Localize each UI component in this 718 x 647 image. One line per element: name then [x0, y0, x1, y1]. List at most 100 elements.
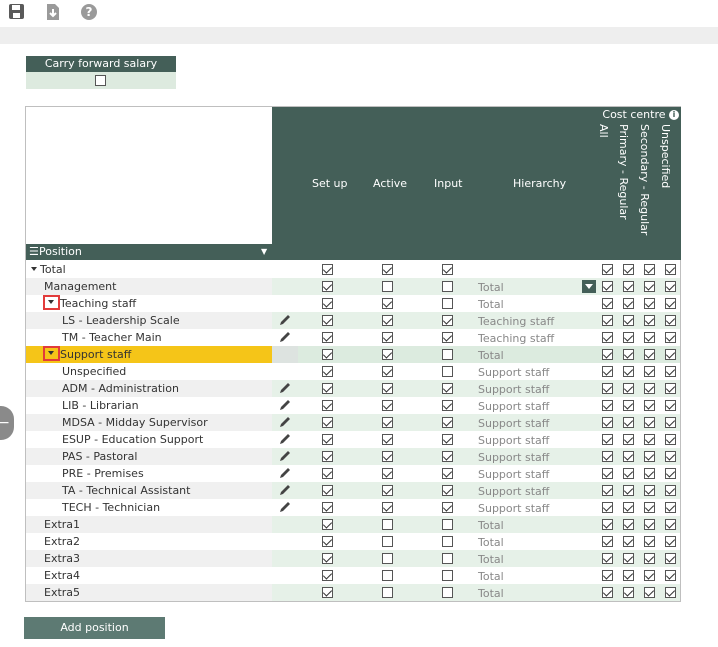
- input-checkbox[interactable]: [442, 553, 453, 564]
- table-row[interactable]: Extra4 Total: [26, 567, 680, 584]
- setup-checkbox[interactable]: [322, 264, 333, 275]
- setup-checkbox[interactable]: [322, 281, 333, 292]
- setup-checkbox[interactable]: [322, 485, 333, 496]
- input-checkbox[interactable]: [442, 587, 453, 598]
- active-checkbox[interactable]: [382, 536, 393, 547]
- active-checkbox[interactable]: [382, 281, 393, 292]
- cost-centre-checkbox[interactable]: [665, 332, 676, 343]
- cost-centre-checkbox[interactable]: [665, 468, 676, 479]
- cost-centre-checkbox[interactable]: [602, 570, 613, 581]
- cost-centre-checkbox[interactable]: [665, 383, 676, 394]
- cost-centre-checkbox[interactable]: [644, 553, 655, 564]
- cost-centre-checkbox[interactable]: [644, 349, 655, 360]
- cost-centre-checkbox[interactable]: [644, 298, 655, 309]
- input-checkbox[interactable]: [442, 264, 453, 275]
- cost-centre-checkbox[interactable]: [623, 587, 634, 598]
- edit-icon[interactable]: [278, 313, 292, 327]
- cost-centre-checkbox[interactable]: [644, 587, 655, 598]
- cost-centre-checkbox[interactable]: [665, 587, 676, 598]
- cost-centre-checkbox[interactable]: [623, 366, 634, 377]
- cost-centre-checkbox[interactable]: [644, 519, 655, 530]
- cost-centre-checkbox[interactable]: [602, 298, 613, 309]
- cc-col-unspecified[interactable]: Unspecified: [659, 124, 672, 188]
- cost-centre-checkbox[interactable]: [623, 264, 634, 275]
- setup-checkbox[interactable]: [322, 519, 333, 530]
- cost-centre-checkbox[interactable]: [602, 536, 613, 547]
- active-checkbox[interactable]: [382, 332, 393, 343]
- active-checkbox[interactable]: [382, 349, 393, 360]
- cost-centre-checkbox[interactable]: [623, 485, 634, 496]
- table-row[interactable]: Extra5 Total: [26, 584, 680, 601]
- setup-checkbox[interactable]: [322, 536, 333, 547]
- cost-centre-checkbox[interactable]: [623, 536, 634, 547]
- cost-centre-checkbox[interactable]: [602, 451, 613, 462]
- table-row[interactable]: Extra2 Total: [26, 533, 680, 550]
- cost-centre-checkbox[interactable]: [602, 383, 613, 394]
- cost-centre-checkbox[interactable]: [665, 485, 676, 496]
- cost-centre-checkbox[interactable]: [602, 417, 613, 428]
- cost-centre-checkbox[interactable]: [602, 485, 613, 496]
- table-row[interactable]: MDSA - Midday Supervisor Support staff: [26, 414, 680, 431]
- input-checkbox[interactable]: [442, 485, 453, 496]
- cost-centre-checkbox[interactable]: [623, 332, 634, 343]
- cost-centre-checkbox[interactable]: [602, 315, 613, 326]
- collapse-panel-handle[interactable]: −: [0, 406, 14, 440]
- cost-centre-checkbox[interactable]: [602, 502, 613, 513]
- table-row[interactable]: Unspecified Support staff: [26, 363, 680, 380]
- cost-centre-checkbox[interactable]: [602, 281, 613, 292]
- menu-icon[interactable]: ☰: [29, 244, 39, 260]
- cost-centre-checkbox[interactable]: [644, 485, 655, 496]
- edit-icon[interactable]: [278, 466, 292, 480]
- setup-checkbox[interactable]: [322, 468, 333, 479]
- cost-centre-checkbox[interactable]: [665, 315, 676, 326]
- cost-centre-checkbox[interactable]: [623, 349, 634, 360]
- cost-centre-checkbox[interactable]: [665, 502, 676, 513]
- cost-centre-checkbox[interactable]: [644, 536, 655, 547]
- table-row[interactable]: Extra1 Total: [26, 516, 680, 533]
- active-checkbox[interactable]: [382, 315, 393, 326]
- hierarchy-value[interactable]: Total: [478, 278, 504, 295]
- edit-icon[interactable]: [278, 415, 292, 429]
- table-row[interactable]: TECH - Technician Support staff: [26, 499, 680, 516]
- expand-toggle[interactable]: [43, 295, 60, 310]
- help-icon[interactable]: ?: [80, 3, 98, 21]
- edit-icon[interactable]: [278, 398, 292, 412]
- cost-centre-checkbox[interactable]: [665, 519, 676, 530]
- cc-col-all[interactable]: All: [597, 124, 610, 138]
- active-checkbox[interactable]: [382, 417, 393, 428]
- setup-checkbox[interactable]: [322, 417, 333, 428]
- table-row[interactable]: Management Total: [26, 278, 680, 295]
- col-setup[interactable]: Set up: [312, 177, 348, 190]
- hierarchy-value[interactable]: Teaching staff: [478, 312, 554, 329]
- setup-checkbox[interactable]: [322, 366, 333, 377]
- hierarchy-value[interactable]: Total: [478, 567, 504, 584]
- input-checkbox[interactable]: [442, 298, 453, 309]
- cost-centre-checkbox[interactable]: [665, 434, 676, 445]
- cost-centre-checkbox[interactable]: [602, 519, 613, 530]
- setup-checkbox[interactable]: [322, 553, 333, 564]
- cost-centre-checkbox[interactable]: [644, 281, 655, 292]
- col-hierarchy[interactable]: Hierarchy: [513, 177, 566, 190]
- setup-checkbox[interactable]: [322, 587, 333, 598]
- setup-checkbox[interactable]: [322, 383, 333, 394]
- cost-centre-checkbox[interactable]: [644, 434, 655, 445]
- cost-centre-checkbox[interactable]: [644, 570, 655, 581]
- download-icon[interactable]: [44, 3, 62, 21]
- cost-centre-checkbox[interactable]: [623, 400, 634, 411]
- table-row[interactable]: Total: [26, 261, 680, 278]
- cost-centre-checkbox[interactable]: [602, 349, 613, 360]
- cost-centre-checkbox[interactable]: [665, 451, 676, 462]
- cost-centre-checkbox[interactable]: [644, 468, 655, 479]
- active-checkbox[interactable]: [382, 502, 393, 513]
- cost-centre-checkbox[interactable]: [665, 264, 676, 275]
- cost-centre-checkbox[interactable]: [623, 383, 634, 394]
- save-icon[interactable]: [8, 3, 26, 21]
- setup-checkbox[interactable]: [322, 502, 333, 513]
- edit-icon[interactable]: [278, 449, 292, 463]
- input-checkbox[interactable]: [442, 383, 453, 394]
- cc-col-secondary[interactable]: Secondary - Regular: [638, 124, 651, 235]
- col-active[interactable]: Active: [373, 177, 407, 190]
- cost-centre-checkbox[interactable]: [623, 434, 634, 445]
- input-checkbox[interactable]: [442, 281, 453, 292]
- table-row[interactable]: Extra3 Total: [26, 550, 680, 567]
